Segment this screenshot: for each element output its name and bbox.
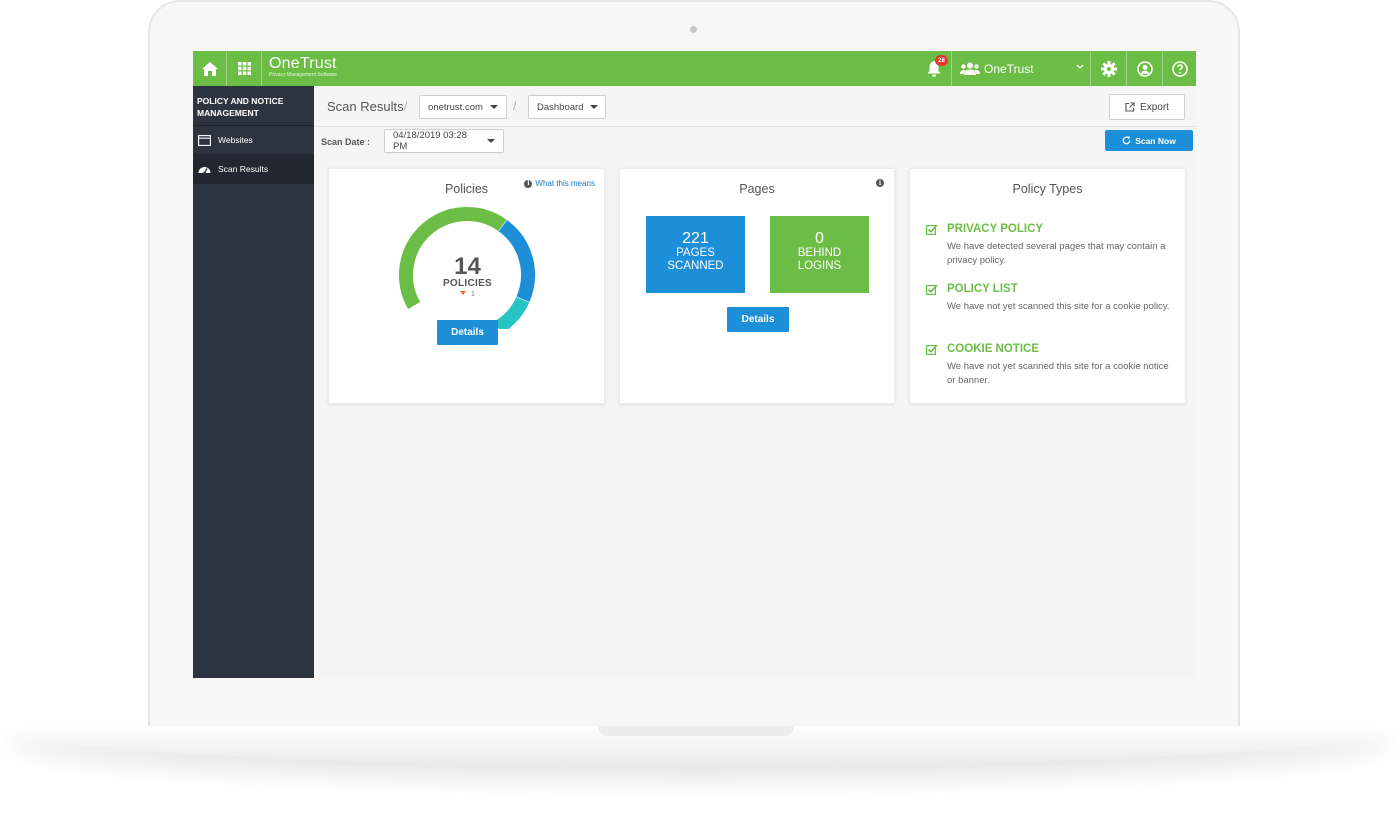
- browser-window-icon: [196, 134, 212, 146]
- brand-name: OneTrust: [269, 55, 337, 72]
- policy-type-description: We have not yet scanned this site for a …: [947, 361, 1169, 386]
- policy-types-card-title: Policy Types: [1012, 182, 1083, 196]
- policy-type-description: We have detected several pages that may …: [947, 241, 1166, 266]
- export-button[interactable]: Export: [1109, 94, 1185, 120]
- gauge-segment: [494, 296, 530, 329]
- pages-scanned-label: PAGES: [676, 247, 715, 259]
- behind-logins-label: LOGINS: [797, 260, 842, 272]
- sidebar: POLICY AND NOTICE MANAGEMENT Websites Sc…: [193, 86, 314, 678]
- chevron-down-icon: [1076, 64, 1084, 69]
- notification-count-badge: 28: [935, 55, 948, 66]
- policies-count-label: POLICIES: [442, 278, 493, 289]
- policy-type-item: POLICY LIST We have not yet scanned this…: [926, 283, 1176, 314]
- policies-delta-value: 1: [471, 291, 475, 298]
- organization-selector[interactable]: OneTrust: [951, 51, 1091, 86]
- pages-card-title: Pages: [739, 182, 775, 196]
- policy-type-name: POLICY LIST: [947, 283, 1018, 295]
- policy-type-name: COOKIE NOTICE: [947, 343, 1040, 355]
- what-this-means-link[interactable]: i What this means: [524, 179, 595, 188]
- checkbox-checked-icon: [926, 344, 938, 355]
- checkbox-checked-icon: [926, 284, 938, 295]
- pages-scanned-label: SCANNED: [667, 260, 724, 272]
- laptop-camera: [690, 26, 697, 33]
- user-circle-icon: [1136, 60, 1153, 77]
- scan-date-value: 04/18/2019 03:28 PM: [393, 130, 467, 152]
- checkbox-checked-icon: [926, 224, 938, 235]
- policy-type-item: COOKIE NOTICE We have not yet scanned th…: [926, 343, 1176, 388]
- trend-down-icon: [460, 291, 467, 295]
- settings-button[interactable]: [1091, 51, 1127, 86]
- brand-logo[interactable]: OneTrust Privacy Management Software: [269, 55, 337, 78]
- view-dropdown-value: Dashboard: [537, 101, 584, 113]
- main-content: Scan Results / onetrust.com / Dashboard …: [314, 86, 1196, 678]
- behind-logins-label: BEHIND: [797, 247, 842, 259]
- pages-details-button[interactable]: Details: [727, 307, 789, 332]
- users-group-icon: [960, 62, 980, 75]
- sidebar-title: POLICY AND NOTICE MANAGEMENT: [193, 86, 314, 126]
- policy-type-description: We have not yet scanned this site for a …: [947, 301, 1170, 312]
- policy-types-card: Policy Types PRIVACY POLICY We have dete…: [909, 168, 1186, 404]
- caret-down-icon: [487, 139, 495, 143]
- behind-logins-value: 0: [815, 230, 824, 247]
- external-link-icon: [1125, 102, 1135, 112]
- gear-icon: [1100, 60, 1117, 77]
- pages-scanned-value: 221: [682, 230, 709, 247]
- scan-date-dropdown[interactable]: 04/18/2019 03:28 PM: [384, 129, 504, 153]
- pages-scanned-tile[interactable]: 221 PAGES SCANNED: [646, 216, 745, 293]
- brand-tagline: Privacy Management Software: [269, 72, 338, 78]
- policies-delta: 1: [329, 291, 606, 298]
- caret-down-icon: [489, 105, 498, 109]
- grid-icon: [237, 62, 251, 75]
- user-profile-button[interactable]: [1127, 51, 1163, 86]
- help-button[interactable]: [1163, 51, 1196, 86]
- policy-type-name: PRIVACY POLICY: [947, 223, 1044, 235]
- laptop-base-notch: [598, 726, 794, 736]
- breadcrumb-separator: /: [513, 99, 517, 113]
- pages-card: Pages i 221 PAGES SCANNED 0 BEHIND LOGIN…: [619, 168, 895, 404]
- sidebar-item-websites[interactable]: Websites: [193, 126, 314, 155]
- caret-down-icon: [590, 105, 599, 109]
- policies-details-button[interactable]: Details: [437, 320, 498, 345]
- policies-card: Policies i What this means 14 POLICIES 1…: [328, 168, 605, 404]
- help-icon: [1171, 60, 1188, 77]
- breadcrumb: Scan Results / onetrust.com / Dashboard …: [314, 86, 1196, 127]
- scan-now-label: Scan Now: [1135, 135, 1176, 146]
- view-dropdown[interactable]: Dashboard: [528, 95, 606, 119]
- domain-dropdown-value: onetrust.com: [428, 101, 483, 113]
- top-navigation-bar: OneTrust Privacy Management Software 28 …: [193, 51, 1196, 86]
- app-launcher-button[interactable]: [227, 51, 262, 86]
- page-title: Scan Results: [327, 99, 404, 114]
- breadcrumb-separator: /: [404, 99, 408, 113]
- refresh-icon: [1122, 136, 1131, 145]
- app-screen: OneTrust Privacy Management Software 28 …: [193, 51, 1196, 678]
- sidebar-item-label: Scan Results: [218, 164, 269, 174]
- what-this-means-label: What this means: [535, 179, 595, 188]
- scan-date-label: Scan Date :: [321, 137, 371, 147]
- policy-type-item: PRIVACY POLICY We have detected several …: [926, 223, 1176, 268]
- home-button[interactable]: [193, 51, 227, 86]
- policies-count: 14: [454, 253, 481, 280]
- organization-name: OneTrust: [984, 61, 1034, 76]
- scan-now-button[interactable]: Scan Now: [1105, 130, 1193, 151]
- sidebar-item-label: Websites: [218, 135, 253, 145]
- info-icon[interactable]: i: [876, 179, 884, 187]
- sidebar-item-scan-results[interactable]: Scan Results: [193, 155, 314, 184]
- home-icon: [201, 61, 218, 76]
- scan-toolbar: Scan Date : 04/18/2019 03:28 PM Scan Now: [314, 127, 1196, 157]
- info-icon: i: [524, 179, 533, 188]
- domain-dropdown[interactable]: onetrust.com: [419, 95, 507, 119]
- dashboard-icon: [196, 164, 212, 174]
- behind-logins-tile[interactable]: 0 BEHIND LOGINS: [770, 216, 869, 293]
- export-label: Export: [1140, 101, 1169, 113]
